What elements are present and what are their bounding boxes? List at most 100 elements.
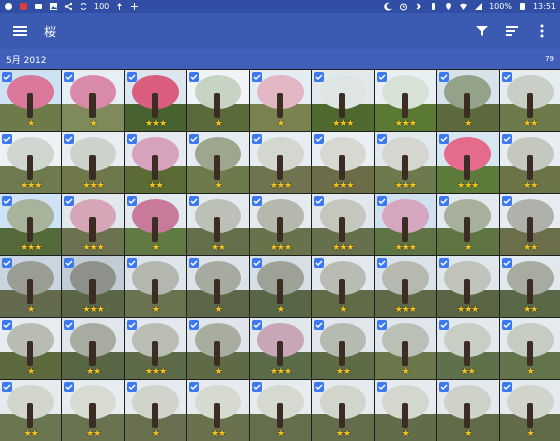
photo-tile[interactable]: ★★ [187, 194, 248, 255]
selected-badge[interactable] [439, 134, 449, 144]
selected-badge[interactable] [189, 258, 199, 268]
selected-badge[interactable] [502, 320, 512, 330]
selected-badge[interactable] [314, 72, 324, 82]
photo-tile[interactable]: ★★ [500, 132, 560, 193]
selected-badge[interactable] [252, 72, 262, 82]
photo-tile[interactable]: ★ [250, 256, 311, 317]
selected-badge[interactable] [127, 258, 137, 268]
photo-tile[interactable]: ★★★ [62, 132, 123, 193]
selected-badge[interactable] [377, 320, 387, 330]
photo-tile[interactable]: ★★★ [62, 256, 123, 317]
photo-tile[interactable]: ★★★ [437, 132, 498, 193]
photo-tile[interactable]: ★ [437, 194, 498, 255]
menu-button[interactable] [10, 21, 30, 41]
selected-badge[interactable] [127, 196, 137, 206]
selected-badge[interactable] [439, 258, 449, 268]
photo-tile[interactable]: ★★★ [312, 70, 373, 131]
photo-tile[interactable]: ★ [187, 132, 248, 193]
photo-tile[interactable]: ★ [250, 70, 311, 131]
selected-badge[interactable] [377, 258, 387, 268]
photo-tile[interactable]: ★★★ [0, 132, 61, 193]
photo-tile[interactable]: ★★★ [62, 194, 123, 255]
selected-badge[interactable] [2, 258, 12, 268]
selected-badge[interactable] [2, 134, 12, 144]
photo-tile[interactable]: ★★★ [250, 194, 311, 255]
photo-tile[interactable]: ★★ [312, 380, 373, 441]
selected-badge[interactable] [127, 382, 137, 392]
selected-badge[interactable] [189, 320, 199, 330]
photo-tile[interactable]: ★★ [500, 256, 560, 317]
photo-tile[interactable]: ★★ [500, 194, 560, 255]
selected-badge[interactable] [189, 196, 199, 206]
filter-button[interactable] [472, 21, 492, 41]
photo-tile[interactable]: ★★★ [375, 256, 436, 317]
selected-badge[interactable] [127, 72, 137, 82]
selected-badge[interactable] [127, 134, 137, 144]
selected-badge[interactable] [2, 382, 12, 392]
photo-tile[interactable]: ★ [375, 380, 436, 441]
selected-badge[interactable] [439, 382, 449, 392]
photo-tile[interactable]: ★ [375, 318, 436, 379]
selected-badge[interactable] [64, 134, 74, 144]
photo-tile[interactable]: ★ [500, 380, 560, 441]
photo-tile[interactable]: ★ [312, 256, 373, 317]
selected-badge[interactable] [377, 72, 387, 82]
selected-badge[interactable] [502, 134, 512, 144]
photo-tile[interactable]: ★ [125, 380, 186, 441]
photo-tile[interactable]: ★ [125, 256, 186, 317]
photo-tile[interactable]: ★ [437, 380, 498, 441]
selected-badge[interactable] [64, 382, 74, 392]
photo-tile[interactable]: ★★★ [250, 318, 311, 379]
selected-badge[interactable] [64, 258, 74, 268]
photo-tile[interactable]: ★★★ [312, 194, 373, 255]
photo-tile[interactable]: ★★★ [375, 194, 436, 255]
selected-badge[interactable] [189, 72, 199, 82]
selected-badge[interactable] [2, 196, 12, 206]
selected-badge[interactable] [64, 320, 74, 330]
photo-tile[interactable]: ★★ [187, 380, 248, 441]
selected-badge[interactable] [314, 134, 324, 144]
selected-badge[interactable] [502, 196, 512, 206]
selected-badge[interactable] [64, 72, 74, 82]
photo-tile[interactable]: ★★ [62, 380, 123, 441]
selected-badge[interactable] [252, 196, 262, 206]
selected-badge[interactable] [314, 320, 324, 330]
sort-button[interactable] [502, 21, 522, 41]
selected-badge[interactable] [127, 320, 137, 330]
photo-tile[interactable]: ★★ [62, 318, 123, 379]
photo-tile[interactable]: ★★★ [125, 70, 186, 131]
photo-tile[interactable]: ★ [0, 70, 61, 131]
selected-badge[interactable] [252, 134, 262, 144]
selected-badge[interactable] [2, 320, 12, 330]
photo-tile[interactable]: ★ [62, 70, 123, 131]
photo-tile[interactable]: ★★★ [125, 318, 186, 379]
selected-badge[interactable] [314, 382, 324, 392]
selected-badge[interactable] [377, 196, 387, 206]
photo-tile[interactable]: ★ [0, 256, 61, 317]
selected-badge[interactable] [377, 382, 387, 392]
photo-tile[interactable]: ★ [187, 318, 248, 379]
selected-badge[interactable] [64, 196, 74, 206]
selected-badge[interactable] [314, 258, 324, 268]
photo-tile[interactable]: ★★ [500, 70, 560, 131]
photo-tile[interactable]: ★★★ [0, 194, 61, 255]
selected-badge[interactable] [377, 134, 387, 144]
photo-tile[interactable]: ★ [250, 380, 311, 441]
selected-badge[interactable] [189, 134, 199, 144]
photo-tile[interactable]: ★ [500, 318, 560, 379]
photo-tile[interactable]: ★★ [0, 380, 61, 441]
photo-tile[interactable]: ★★★ [375, 70, 436, 131]
photo-tile[interactable]: ★★★ [312, 132, 373, 193]
selected-badge[interactable] [2, 72, 12, 82]
photo-tile[interactable]: ★★ [312, 318, 373, 379]
selected-badge[interactable] [314, 196, 324, 206]
selected-badge[interactable] [502, 382, 512, 392]
selected-badge[interactable] [189, 382, 199, 392]
selected-badge[interactable] [502, 72, 512, 82]
photo-tile[interactable]: ★★ [437, 318, 498, 379]
photo-tile[interactable]: ★ [0, 318, 61, 379]
selected-badge[interactable] [252, 258, 262, 268]
photo-tile[interactable]: ★ [125, 194, 186, 255]
photo-tile[interactable]: ★ [437, 70, 498, 131]
photo-tile[interactable]: ★ [187, 70, 248, 131]
